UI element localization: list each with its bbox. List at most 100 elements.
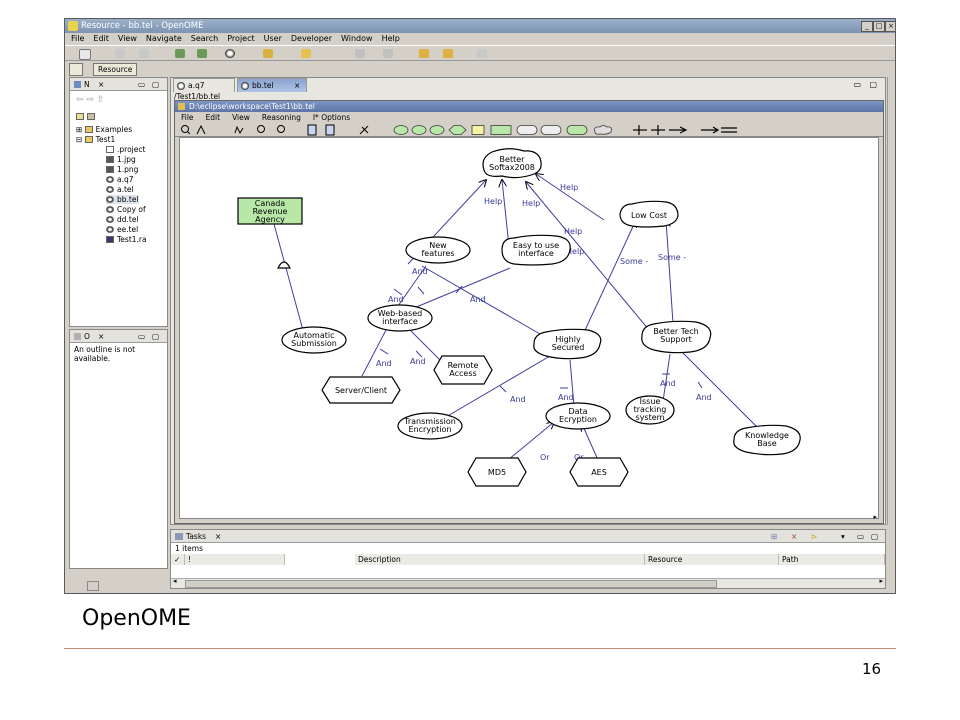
soccer-icon[interactable] bbox=[225, 49, 235, 58]
tab-aq7[interactable]: a.q7 bbox=[173, 78, 235, 92]
minimize-view-icon[interactable]: ▭ bbox=[138, 330, 145, 343]
outline-tab[interactable]: O × ▭ ▢ bbox=[70, 330, 167, 343]
menu-edit[interactable]: Edit bbox=[93, 33, 109, 45]
tree-item-project[interactable]: .project bbox=[106, 145, 145, 154]
close-icon[interactable]: × bbox=[215, 530, 221, 543]
menu-help[interactable]: Help bbox=[382, 33, 400, 45]
maximize-view-icon[interactable]: ▢ bbox=[152, 78, 159, 91]
project2-icon[interactable] bbox=[197, 49, 207, 58]
close-icon[interactable]: × bbox=[98, 78, 104, 91]
new-icon[interactable] bbox=[79, 49, 91, 60]
diagram-nodes bbox=[237, 148, 801, 487]
scroll-right-icon[interactable]: ▸ bbox=[873, 513, 877, 521]
tree-item-examples[interactable]: ⊞ Examples bbox=[76, 125, 132, 134]
tree-item-1png[interactable]: 1.png bbox=[106, 165, 138, 174]
col-priority[interactable]: ! bbox=[185, 554, 285, 565]
diagram-canvas[interactable]: Help Help Help Help Help Some - Some - A… bbox=[179, 137, 879, 519]
window-titlebar: Resource - bb.tel - OpenOME _ □ × bbox=[65, 19, 895, 33]
col-resource[interactable]: Resource bbox=[645, 554, 779, 565]
filter-icon[interactable]: ⊳ bbox=[811, 530, 817, 543]
forward-icon[interactable] bbox=[443, 49, 453, 58]
menu-user[interactable]: User bbox=[264, 33, 282, 45]
label-help-2: Help bbox=[522, 199, 540, 208]
maximize-view-icon[interactable]: ▢ bbox=[152, 330, 159, 343]
menu-search[interactable]: Search bbox=[191, 33, 218, 45]
page-number: 16 bbox=[862, 660, 882, 678]
menu-navigate[interactable]: Navigate bbox=[146, 33, 182, 45]
tree-item-1jpg[interactable]: 1.jpg bbox=[106, 155, 136, 164]
tree-item-ddtel[interactable]: dd.tel bbox=[106, 215, 139, 224]
tree-item-test1[interactable]: ⊟ Test1 bbox=[76, 135, 115, 144]
inner-menu-reasoning[interactable]: Reasoning bbox=[262, 112, 301, 123]
print-icon[interactable] bbox=[139, 49, 149, 58]
save-icon[interactable] bbox=[115, 49, 125, 58]
minimize-view-icon[interactable]: ▭ bbox=[857, 530, 864, 543]
nav-forward-icon[interactable] bbox=[477, 49, 487, 58]
pan-icon bbox=[234, 125, 244, 135]
tree-item-test1ra[interactable]: Test1.ra bbox=[106, 235, 147, 244]
inner-menu-istar-options[interactable]: I* Options bbox=[313, 112, 350, 123]
tasks-icon bbox=[175, 533, 183, 540]
openome-window: Resource - bb.tel - OpenOME _ □ × File E… bbox=[64, 18, 896, 594]
close-button[interactable]: × bbox=[885, 21, 895, 32]
align-down-icon bbox=[325, 124, 335, 136]
maximize-button[interactable]: □ bbox=[873, 21, 885, 32]
back-icon[interactable] bbox=[419, 49, 429, 58]
open-type-icon[interactable] bbox=[355, 49, 365, 58]
diagram-node-labels: Better Softax2008 Low Cost Canada Revenue A… bbox=[253, 155, 789, 477]
tab-bbtel[interactable]: bb.tel × bbox=[237, 78, 307, 92]
nav-arrows-icon[interactable]: ⇦ ⇨ ⇧ bbox=[76, 95, 104, 105]
inner-menu-view[interactable]: View bbox=[232, 112, 250, 123]
node-secured-label: Highly Secured bbox=[552, 335, 585, 352]
collapse-all-icon[interactable] bbox=[76, 112, 98, 121]
label-and-9: And bbox=[696, 393, 712, 402]
minimize-button[interactable]: _ bbox=[861, 21, 873, 32]
label-help-1: Help bbox=[484, 197, 502, 206]
minimize-view-icon[interactable]: ▭ bbox=[138, 78, 145, 91]
diagram-links bbox=[273, 174, 765, 461]
add-task-icon[interactable]: ⊞ bbox=[771, 530, 777, 543]
tree-item-aq7[interactable]: a.q7 bbox=[106, 175, 134, 184]
tasks-hscrollbar[interactable]: ◂ ▸ bbox=[171, 577, 885, 588]
tree-item-atel[interactable]: a.tel bbox=[106, 185, 134, 194]
inner-menu-file[interactable]: File bbox=[181, 112, 194, 123]
menu-developer[interactable]: Developer bbox=[291, 33, 332, 45]
inner-menu-edit[interactable]: Edit bbox=[206, 112, 221, 123]
col-description[interactable]: Description bbox=[355, 554, 645, 565]
node-remote-label: Remote Access bbox=[448, 361, 479, 378]
link-web-easy bbox=[413, 267, 511, 309]
view-menu-icon[interactable]: ▾ bbox=[841, 530, 845, 543]
perspective-resource[interactable]: Resource bbox=[93, 63, 138, 76]
fast-view-icon[interactable] bbox=[87, 581, 99, 591]
search-icon[interactable] bbox=[383, 49, 393, 58]
editor-scrollbar[interactable] bbox=[887, 77, 894, 525]
menu-file[interactable]: File bbox=[71, 33, 84, 45]
maximize-view-icon[interactable]: ▢ bbox=[869, 80, 877, 89]
tree-item-copyof[interactable]: Copy of bbox=[106, 205, 146, 214]
menu-view[interactable]: View bbox=[118, 33, 137, 45]
wand-icon[interactable] bbox=[263, 49, 273, 58]
col-check[interactable]: ✓ bbox=[171, 554, 185, 565]
navigator-tab[interactable]: N × ▭ ▢ bbox=[70, 78, 167, 91]
link-icon bbox=[359, 125, 369, 135]
soccer-icon bbox=[241, 82, 249, 90]
close-icon[interactable]: × bbox=[98, 330, 104, 343]
tasks-tab[interactable]: Tasks × ⊞ × ⊳ ▾ ▭ ▢ bbox=[171, 530, 885, 543]
select-icon bbox=[196, 124, 206, 135]
actor-shape-icon bbox=[393, 125, 409, 135]
close-icon[interactable]: × bbox=[294, 79, 300, 93]
minimize-view-icon[interactable]: ▭ bbox=[853, 80, 861, 89]
menu-project[interactable]: Project bbox=[227, 33, 254, 45]
col-path[interactable]: Path bbox=[779, 554, 885, 565]
link-auto-cra bbox=[273, 223, 305, 335]
node-md5-label: MD5 bbox=[488, 468, 506, 477]
label-and-7: And bbox=[558, 393, 574, 402]
tree-item-bbtel[interactable]: bb.tel bbox=[106, 195, 139, 204]
project-icon[interactable] bbox=[175, 49, 185, 58]
open-perspective-icon[interactable] bbox=[69, 63, 83, 76]
maximize-view-icon[interactable]: ▢ bbox=[871, 530, 878, 543]
tree-item-eetel[interactable]: ee.tel bbox=[106, 225, 138, 234]
menu-window[interactable]: Window bbox=[341, 33, 373, 45]
delete-task-icon[interactable]: × bbox=[791, 530, 797, 543]
folder-icon[interactable] bbox=[301, 49, 311, 58]
